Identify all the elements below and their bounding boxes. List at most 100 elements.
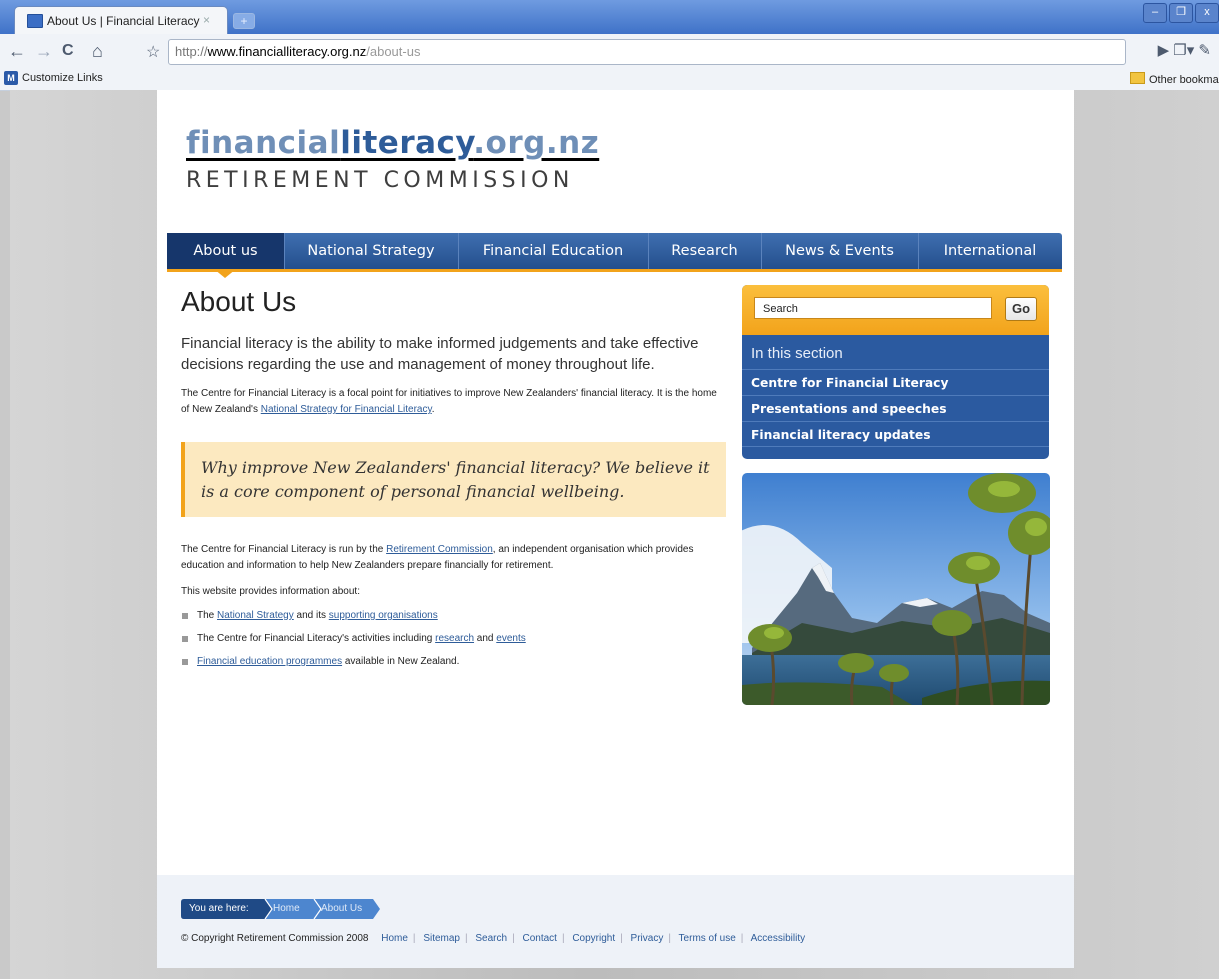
browser-toolbar: ← → C ⌂ ☆ http://www.financialliteracy.o… xyxy=(0,34,1219,69)
list-item: The Centre for Financial Literacy's acti… xyxy=(181,631,721,654)
paragraph-info-about: This website provides information about: xyxy=(181,586,360,597)
window-controls: – ❐ x xyxy=(1141,2,1219,24)
main-navigation: About us National Strategy Financial Edu… xyxy=(167,233,1062,272)
restore-icon[interactable]: ❐ xyxy=(1169,3,1193,23)
section-heading: In this section xyxy=(751,345,843,362)
footer-separator: | xyxy=(465,933,468,944)
bookmark-customize-links[interactable]: Customize Links xyxy=(22,72,103,84)
link-financial-education-programmes[interactable]: Financial education programmes xyxy=(197,656,342,667)
footer-separator: | xyxy=(512,933,515,944)
footer-link-sitemap[interactable]: Sitemap xyxy=(423,933,460,944)
footer-link-privacy[interactable]: Privacy xyxy=(631,933,664,944)
link-retirement-commission[interactable]: Retirement Commission xyxy=(386,544,493,555)
other-bookmarks-label: Other bookmarks xyxy=(1149,74,1219,86)
nav-financial-education[interactable]: Financial Education xyxy=(458,233,649,269)
breadcrumb-current: About Us xyxy=(321,903,363,914)
bullet-icon xyxy=(182,636,188,642)
url-scheme: http:// xyxy=(175,44,208,59)
logo-subtitle: RETIREMENT COMMISSION xyxy=(186,168,574,193)
browser-titlebar: About Us | Financial Literacy × + – ❐ x xyxy=(0,0,1219,35)
footer-link-search[interactable]: Search xyxy=(475,933,507,944)
browser-tab[interactable]: About Us | Financial Literacy × xyxy=(14,6,228,35)
quote-text: Why improve New Zealanders' financial li… xyxy=(201,458,710,501)
url-path: /about-us xyxy=(366,44,421,59)
logo-part-financial: financial xyxy=(186,125,341,161)
sidebar-item-centre-for-financial-literacy[interactable]: Centre for Financial Literacy xyxy=(742,369,1049,395)
footer-links: © Copyright Retirement Commission 2008 H… xyxy=(181,933,805,944)
footer-link-copyright[interactable]: Copyright xyxy=(572,933,615,944)
page-container: financialliteracy.org.nz RETIREMENT COMM… xyxy=(157,90,1074,968)
sidebar-item-presentations-and-speeches[interactable]: Presentations and speeches xyxy=(742,395,1049,421)
copyright-text: © Copyright Retirement Commission 2008 xyxy=(181,933,369,944)
nav-research[interactable]: Research xyxy=(648,233,762,269)
home-icon[interactable]: ⌂ xyxy=(92,41,103,61)
minimize-icon[interactable]: – xyxy=(1143,3,1167,23)
paragraph-centre-end: . xyxy=(431,404,435,415)
nav-national-strategy[interactable]: National Strategy xyxy=(284,233,459,269)
footer-link-accessibility[interactable]: Accessibility xyxy=(751,933,805,944)
search-bar: Search Go xyxy=(742,285,1049,335)
nav-about-us[interactable]: About us xyxy=(167,233,285,269)
paragraph-centre: The Centre for Financial Literacy is a f… xyxy=(181,386,721,418)
back-icon[interactable]: ← xyxy=(8,41,26,61)
quote-box: Why improve New Zealanders' financial li… xyxy=(181,442,726,517)
page-menu-icon[interactable]: ▶ ❐▾ ✎ xyxy=(1158,41,1211,59)
mountain-lake-image xyxy=(742,473,1050,705)
link-national-strategy[interactable]: National Strategy xyxy=(217,610,294,621)
sidebar-item-financial-literacy-updates[interactable]: Financial literacy updates xyxy=(742,421,1049,447)
bullet-icon xyxy=(182,659,188,665)
breadcrumb-home[interactable]: Home xyxy=(271,899,300,919)
forward-icon[interactable]: → xyxy=(35,41,53,61)
footer-separator: | xyxy=(412,933,416,944)
link-national-strategy-financial-literacy[interactable]: National Strategy for Financial Literacy xyxy=(261,404,432,415)
nav-international[interactable]: International xyxy=(918,233,1062,269)
logo-part-literacy: literacy xyxy=(340,125,474,161)
breadcrumb-label: You are here: xyxy=(189,903,249,914)
bullet-icon xyxy=(182,613,188,619)
info-list: The National Strategy and its supporting… xyxy=(181,608,721,677)
sidebar-box: Search Go In this section Centre for Fin… xyxy=(742,285,1049,459)
bookmarks-bar: M Customize Links Other bookmarks xyxy=(0,68,1219,91)
link-research[interactable]: research xyxy=(435,633,474,644)
search-input[interactable]: Search xyxy=(754,297,992,319)
footer-separator: | xyxy=(740,933,744,944)
landscape-photo xyxy=(742,473,1050,705)
customize-links-icon: M xyxy=(4,71,18,85)
list-item: The National Strategy and its supporting… xyxy=(181,608,721,631)
list-item-text: and its xyxy=(293,610,329,621)
address-bar[interactable]: http://www.financialliteracy.org.nz/abou… xyxy=(168,39,1126,65)
new-tab-button[interactable]: + xyxy=(233,13,255,29)
intro-paragraph: Financial literacy is the ability to mak… xyxy=(181,335,699,373)
other-bookmarks[interactable]: Other bookmarks xyxy=(1130,72,1219,86)
paragraph-retirement: The Centre for Financial Literacy is run… xyxy=(181,542,726,574)
bookmark-star-icon[interactable]: ☆ xyxy=(146,42,160,62)
tab-close-icon[interactable]: × xyxy=(203,13,210,27)
footer-separator: | xyxy=(668,933,671,944)
reload-icon[interactable]: C xyxy=(62,41,74,61)
page-viewport: financialliteracy.org.nz RETIREMENT COMM… xyxy=(10,90,1219,979)
page-footer: You are here: Home About Us © Copyright … xyxy=(157,875,1074,968)
footer-separator: | xyxy=(620,933,623,944)
link-supporting-organisations[interactable]: supporting organisations xyxy=(329,610,438,621)
page-title: About Us xyxy=(181,286,297,317)
footer-spacer xyxy=(373,933,376,944)
logo-part-domain: .org.nz xyxy=(473,125,600,161)
site-favicon-icon xyxy=(27,14,43,28)
tab-title: About Us | Financial Literacy xyxy=(47,14,200,28)
list-item-text: The Centre for Financial Literacy's acti… xyxy=(197,633,436,644)
footer-separator: | xyxy=(561,933,565,944)
link-events[interactable]: events xyxy=(496,633,525,644)
nav-news-events[interactable]: News & Events xyxy=(761,233,919,269)
search-go-button[interactable]: Go xyxy=(1005,297,1037,321)
footer-link-terms[interactable]: Terms of use xyxy=(679,933,736,944)
close-window-icon[interactable]: x xyxy=(1195,3,1219,23)
folder-icon xyxy=(1130,72,1145,84)
paragraph-retirement-text: The Centre for Financial Literacy is run… xyxy=(181,544,387,555)
list-item-text: available in New Zealand. xyxy=(342,656,460,667)
footer-link-home[interactable]: Home xyxy=(381,933,408,944)
footer-link-contact[interactable]: Contact xyxy=(522,933,556,944)
url-host: www.financialliteracy.org.nz xyxy=(207,44,367,59)
site-logo[interactable]: financialliteracy.org.nz xyxy=(186,125,599,161)
list-item-text: The xyxy=(197,610,218,621)
active-nav-indicator xyxy=(214,269,236,278)
